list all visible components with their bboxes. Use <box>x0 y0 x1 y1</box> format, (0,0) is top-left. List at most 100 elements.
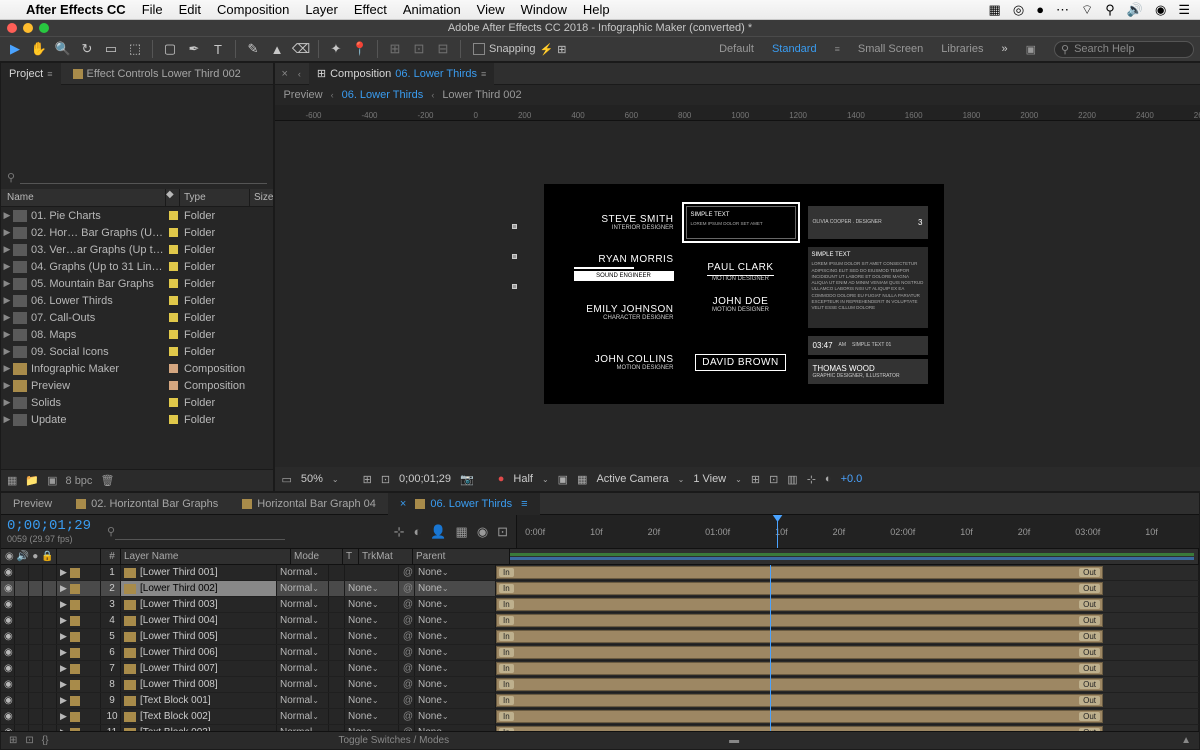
track-matte-select[interactable]: None ⌄ <box>345 725 399 731</box>
resolution-value[interactable]: Half <box>513 473 533 485</box>
timeline-tab[interactable]: Horizontal Bar Graph 04 <box>230 493 388 515</box>
lock-toggle-icon[interactable] <box>43 565 57 580</box>
col-trkmat[interactable]: TrkMat <box>359 549 413 564</box>
timeline-icon[interactable]: ▥ <box>787 473 797 486</box>
blend-mode-select[interactable]: Normal ⌄ <box>277 613 329 628</box>
lock-toggle-icon[interactable] <box>43 629 57 644</box>
close-tab-icon[interactable]: × <box>400 498 406 510</box>
audio-toggle-icon[interactable] <box>15 661 29 676</box>
project-search[interactable]: ⚲ <box>7 167 267 187</box>
pen-tool-icon[interactable]: ✒ <box>185 40 203 58</box>
disclosure-arrow-icon[interactable]: ▶ <box>1 346 13 357</box>
layer-switches[interactable]: ▶ <box>57 677 101 692</box>
blend-mode-select[interactable]: Normal ⌄ <box>277 565 329 580</box>
workspace-menu-icon[interactable]: ≡ <box>835 44 840 54</box>
clone-tool-icon[interactable]: ▲ <box>268 40 286 58</box>
preserve-transparency[interactable] <box>329 645 345 660</box>
preserve-transparency[interactable] <box>329 725 345 731</box>
roto-tool-icon[interactable]: ⬚ <box>126 40 144 58</box>
magnification-icon[interactable]: ▭ <box>281 473 291 486</box>
parent-pickwhip-icon[interactable]: @ <box>399 709 415 724</box>
status-dots-icon[interactable]: ⋯ <box>1056 2 1069 18</box>
solo-toggle-icon[interactable] <box>29 645 43 660</box>
snapping-magnet-icon[interactable]: ⚡ <box>540 43 554 56</box>
col-mode[interactable]: Mode <box>291 549 343 564</box>
lower-third-7[interactable]: DAVID BROWN <box>686 336 796 390</box>
disclosure-arrow-icon[interactable]: ▶ <box>1 414 13 425</box>
lock-toggle-icon[interactable] <box>43 677 57 692</box>
disclosure-arrow-icon[interactable]: ▶ <box>1 295 13 306</box>
exposure-value[interactable]: +0.0 <box>841 473 863 485</box>
project-item[interactable]: ▶ Solids Folder <box>1 394 273 411</box>
parent-pickwhip-icon[interactable]: @ <box>399 629 415 644</box>
panel-menu-icon[interactable]: ≡ <box>47 69 52 79</box>
layer-bar-area[interactable]: InOut <box>496 581 1199 596</box>
status-siri-icon[interactable]: ◉ <box>1155 2 1166 18</box>
snapping-toggle[interactable]: Snapping ⚡ ⊞ <box>473 43 566 56</box>
camera-value[interactable]: Active Camera <box>596 473 668 485</box>
comp-mini-flowchart-icon[interactable]: ⊹ <box>394 524 405 540</box>
status-search-icon[interactable]: ⚲ <box>1105 2 1115 18</box>
preserve-transparency[interactable] <box>329 613 345 628</box>
flowchart-icon[interactable]: ⊹ <box>807 473 816 486</box>
fast-preview-icon[interactable]: ⊡ <box>769 473 778 486</box>
project-item[interactable]: ▶ 09. Social Icons Folder <box>1 343 273 360</box>
timeline-layer-row[interactable]: ◉ ▶ 9 [Text Block 001] Normal ⌄ None ⌄ @… <box>1 693 1199 709</box>
effect-controls-tab[interactable]: Effect Controls Lower Third 002 <box>65 63 249 85</box>
workspace-switcher-icon[interactable]: ▣ <box>1026 43 1036 56</box>
track-matte-select[interactable]: None ⌄ <box>345 613 399 628</box>
menu-view[interactable]: View <box>477 2 505 17</box>
transform-handle[interactable] <box>512 224 517 229</box>
visibility-toggle-icon[interactable]: ◉ <box>1 709 15 724</box>
close-window-button[interactable] <box>7 23 17 33</box>
parent-select[interactable]: None ⌄ <box>415 613 496 628</box>
audio-toggle-icon[interactable] <box>15 645 29 660</box>
toggle-switch-1-icon[interactable]: ⊞ <box>9 735 17 746</box>
playhead[interactable] <box>777 515 778 548</box>
layer-switches[interactable]: ▶ <box>57 581 101 596</box>
layer-bar-area[interactable]: InOut <box>496 725 1199 731</box>
solo-toggle-icon[interactable] <box>29 581 43 596</box>
comp-chev-left-icon[interactable]: ‹ <box>298 69 305 79</box>
grid-icon[interactable]: ⊡ <box>381 473 390 486</box>
blend-mode-select[interactable]: Normal ⌄ <box>277 661 329 676</box>
lock-toggle-icon[interactable] <box>43 693 57 708</box>
project-item[interactable]: ▶ Update Folder <box>1 411 273 428</box>
audio-toggle-icon[interactable] <box>15 613 29 628</box>
layer-bar-area[interactable]: InOut <box>496 677 1199 692</box>
layer-switches[interactable]: ▶ <box>57 725 101 731</box>
composition-canvas[interactable]: STEVE SMITH INTERIOR DESIGNER SIMPLE TEX… <box>544 184 944 404</box>
project-item[interactable]: ▶ 01. Pie Charts Folder <box>1 207 273 224</box>
parent-select[interactable]: None ⌄ <box>415 597 496 612</box>
label-swatch[interactable] <box>166 398 180 407</box>
transparency-icon[interactable]: ▦ <box>577 473 587 486</box>
solo-toggle-icon[interactable] <box>29 597 43 612</box>
disclosure-arrow-icon[interactable]: ▶ <box>1 210 13 221</box>
disclosure-arrow-icon[interactable]: ▶ <box>1 363 13 374</box>
resolution-icon[interactable]: ⊞ <box>363 473 372 486</box>
timeline-tab[interactable]: 02. Horizontal Bar Graphs <box>64 493 230 515</box>
parent-pickwhip-icon[interactable]: @ <box>399 661 415 676</box>
status-wifi-icon[interactable]: ⌔ <box>1081 2 1093 18</box>
audio-toggle-icon[interactable] <box>15 597 29 612</box>
lock-toggle-icon[interactable] <box>43 613 57 628</box>
eraser-tool-icon[interactable]: ⌫ <box>292 40 310 58</box>
layer-switches[interactable]: ▶ <box>57 645 101 660</box>
snapshot-icon[interactable]: 📷 <box>460 473 474 486</box>
frame-blend-icon[interactable]: ▦ <box>456 524 468 540</box>
timeline-search-input[interactable] <box>115 524 285 540</box>
panel-menu-icon[interactable]: ≡ <box>521 498 527 510</box>
blend-mode-select[interactable]: Normal ⌄ <box>277 629 329 644</box>
visibility-toggle-icon[interactable]: ◉ <box>1 645 15 660</box>
zoom-out-icon[interactable]: ▬ <box>729 735 739 746</box>
timeline-layer-row[interactable]: ◉ ▶ 7 [Lower Third 007] Normal ⌄ None ⌄ … <box>1 661 1199 677</box>
zoom-window-button[interactable] <box>39 23 49 33</box>
visibility-toggle-icon[interactable]: ◉ <box>1 693 15 708</box>
hide-shy-icon[interactable]: 👤 <box>430 524 446 540</box>
orbit-tool-icon[interactable]: ↻ <box>78 40 96 58</box>
label-swatch[interactable] <box>166 228 180 237</box>
preserve-transparency[interactable] <box>329 597 345 612</box>
parent-pickwhip-icon[interactable]: @ <box>399 725 415 731</box>
layer-bar-area[interactable]: InOut <box>496 693 1199 708</box>
timeline-layer-row[interactable]: ◉ ▶ 3 [Lower Third 003] Normal ⌄ None ⌄ … <box>1 597 1199 613</box>
